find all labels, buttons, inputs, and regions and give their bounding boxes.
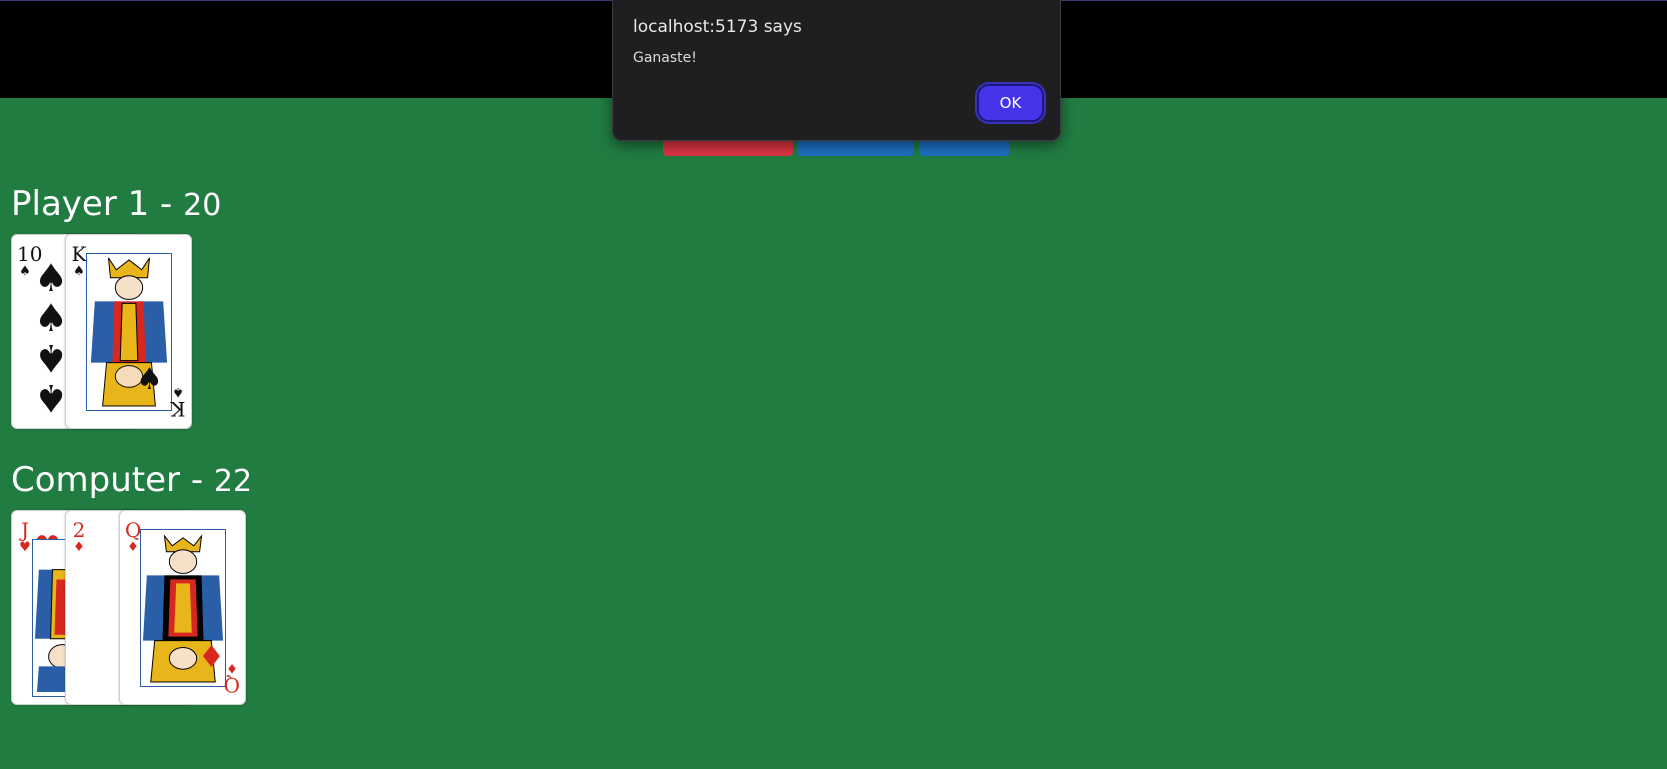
card-rank: 10 ♠ bbox=[17, 242, 43, 279]
player-card-2: K ♠ ♠ K ♠ bbox=[65, 234, 192, 429]
computer-card-3: Q♦ ♦ ♦ Q♦ bbox=[119, 510, 246, 705]
spade-pip-icon: ♠ bbox=[34, 336, 69, 380]
player-separator: - bbox=[149, 184, 184, 224]
card-rank: Q ♦ bbox=[125, 518, 142, 555]
ok-button[interactable]: OK bbox=[977, 84, 1044, 122]
computer-name: Computer bbox=[11, 460, 181, 500]
computer-heading: Computer - 22 bbox=[11, 460, 252, 502]
player-score: 20 bbox=[183, 188, 222, 223]
dialog-message: Ganaste! bbox=[633, 50, 697, 66]
player-heading: Player 1 - 20 bbox=[11, 184, 221, 226]
card-rank-bottom: K ♠ bbox=[170, 384, 186, 421]
computer-separator: - bbox=[180, 460, 214, 500]
player-name: Player 1 bbox=[11, 184, 150, 224]
spade-pip-icon: ♠ bbox=[34, 376, 69, 420]
card-rank: K ♠ bbox=[71, 242, 87, 279]
spade-pip-icon: ♠ bbox=[34, 256, 69, 300]
card-rank: 2 ♦ bbox=[72, 518, 86, 555]
diamond-pip-icon: ♦ bbox=[198, 640, 225, 675]
spade-pip-icon: ♠ bbox=[34, 296, 69, 340]
card-rank: J ♥ bbox=[19, 518, 31, 555]
card-rank-bottom: Q ♦ bbox=[223, 660, 240, 697]
dialog-title: localhost:5173 says bbox=[633, 17, 802, 37]
alert-dialog: localhost:5173 says Ganaste! OK bbox=[612, 0, 1061, 141]
spade-pip-icon: ♠ bbox=[136, 362, 163, 397]
computer-score: 22 bbox=[213, 464, 253, 499]
